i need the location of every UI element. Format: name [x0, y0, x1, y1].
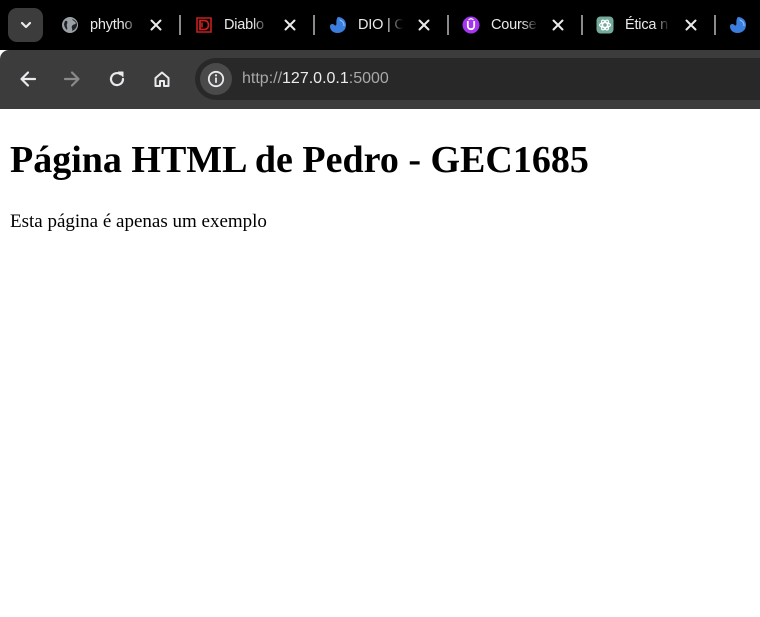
- tab-etica[interactable]: Ética n: [596, 8, 716, 42]
- tab-title-fade: [387, 14, 405, 36]
- tab-separator: [179, 15, 181, 35]
- tab-title-fade: [253, 14, 271, 36]
- info-icon: [207, 70, 225, 88]
- tab-title-fade: [522, 14, 540, 36]
- close-tab-icon[interactable]: [682, 16, 700, 34]
- address-bar[interactable]: http://127.0.0.1:5000: [195, 58, 760, 100]
- back-button[interactable]: [15, 66, 41, 92]
- tab-dio-partial[interactable]: [729, 8, 760, 42]
- home-icon: [154, 71, 170, 87]
- tab-search-button[interactable]: [8, 8, 43, 42]
- tab-separator: [581, 15, 583, 35]
- tab-title-fade: [654, 14, 672, 36]
- url-scheme: http://: [242, 70, 283, 87]
- close-tab-icon[interactable]: [147, 16, 165, 34]
- forward-button[interactable]: [59, 66, 85, 92]
- home-button[interactable]: [149, 66, 175, 92]
- dio-icon: [329, 16, 347, 34]
- page-content: Página HTML de Pedro - GEC1685 Esta pági…: [0, 109, 760, 617]
- tab-strip: phytho Diablo DIO | C Course Ética n: [0, 0, 760, 50]
- browser-window: phytho Diablo DIO | C Course Ética n htt…: [0, 0, 760, 617]
- url-port: :5000: [348, 70, 389, 87]
- chevron-down-icon: [20, 21, 31, 29]
- globe-icon: [61, 16, 79, 34]
- tab-separator: [447, 15, 449, 35]
- close-tab-icon[interactable]: [549, 16, 567, 34]
- page-paragraph: Esta página é apenas um exemplo: [10, 211, 267, 232]
- arrow-left-icon: [20, 71, 37, 87]
- arrow-right-icon: [63, 71, 80, 87]
- tab-separator: [714, 15, 716, 35]
- tab-diablo[interactable]: Diablo: [195, 8, 315, 42]
- tab-dio[interactable]: DIO | C: [329, 8, 449, 42]
- url-host: 127.0.0.1: [282, 70, 349, 87]
- tab-title-fade: [123, 14, 141, 36]
- close-tab-icon[interactable]: [415, 16, 433, 34]
- url-text[interactable]: http://127.0.0.1:5000: [242, 69, 389, 89]
- dio-icon: [729, 16, 747, 34]
- close-tab-icon[interactable]: [281, 16, 299, 34]
- tab-separator: [313, 15, 315, 35]
- tab-phytho[interactable]: phytho: [61, 8, 181, 42]
- diablo-icon: [195, 16, 213, 34]
- page-heading: Página HTML de Pedro - GEC1685: [10, 139, 589, 181]
- tab-course[interactable]: Course: [462, 8, 582, 42]
- udemy-icon: [462, 16, 480, 34]
- reload-button[interactable]: [104, 66, 130, 92]
- reload-icon: [109, 71, 125, 87]
- chatgpt-icon: [596, 16, 614, 34]
- toolbar: http://127.0.0.1:5000: [0, 50, 760, 109]
- site-info-button[interactable]: [200, 63, 232, 95]
